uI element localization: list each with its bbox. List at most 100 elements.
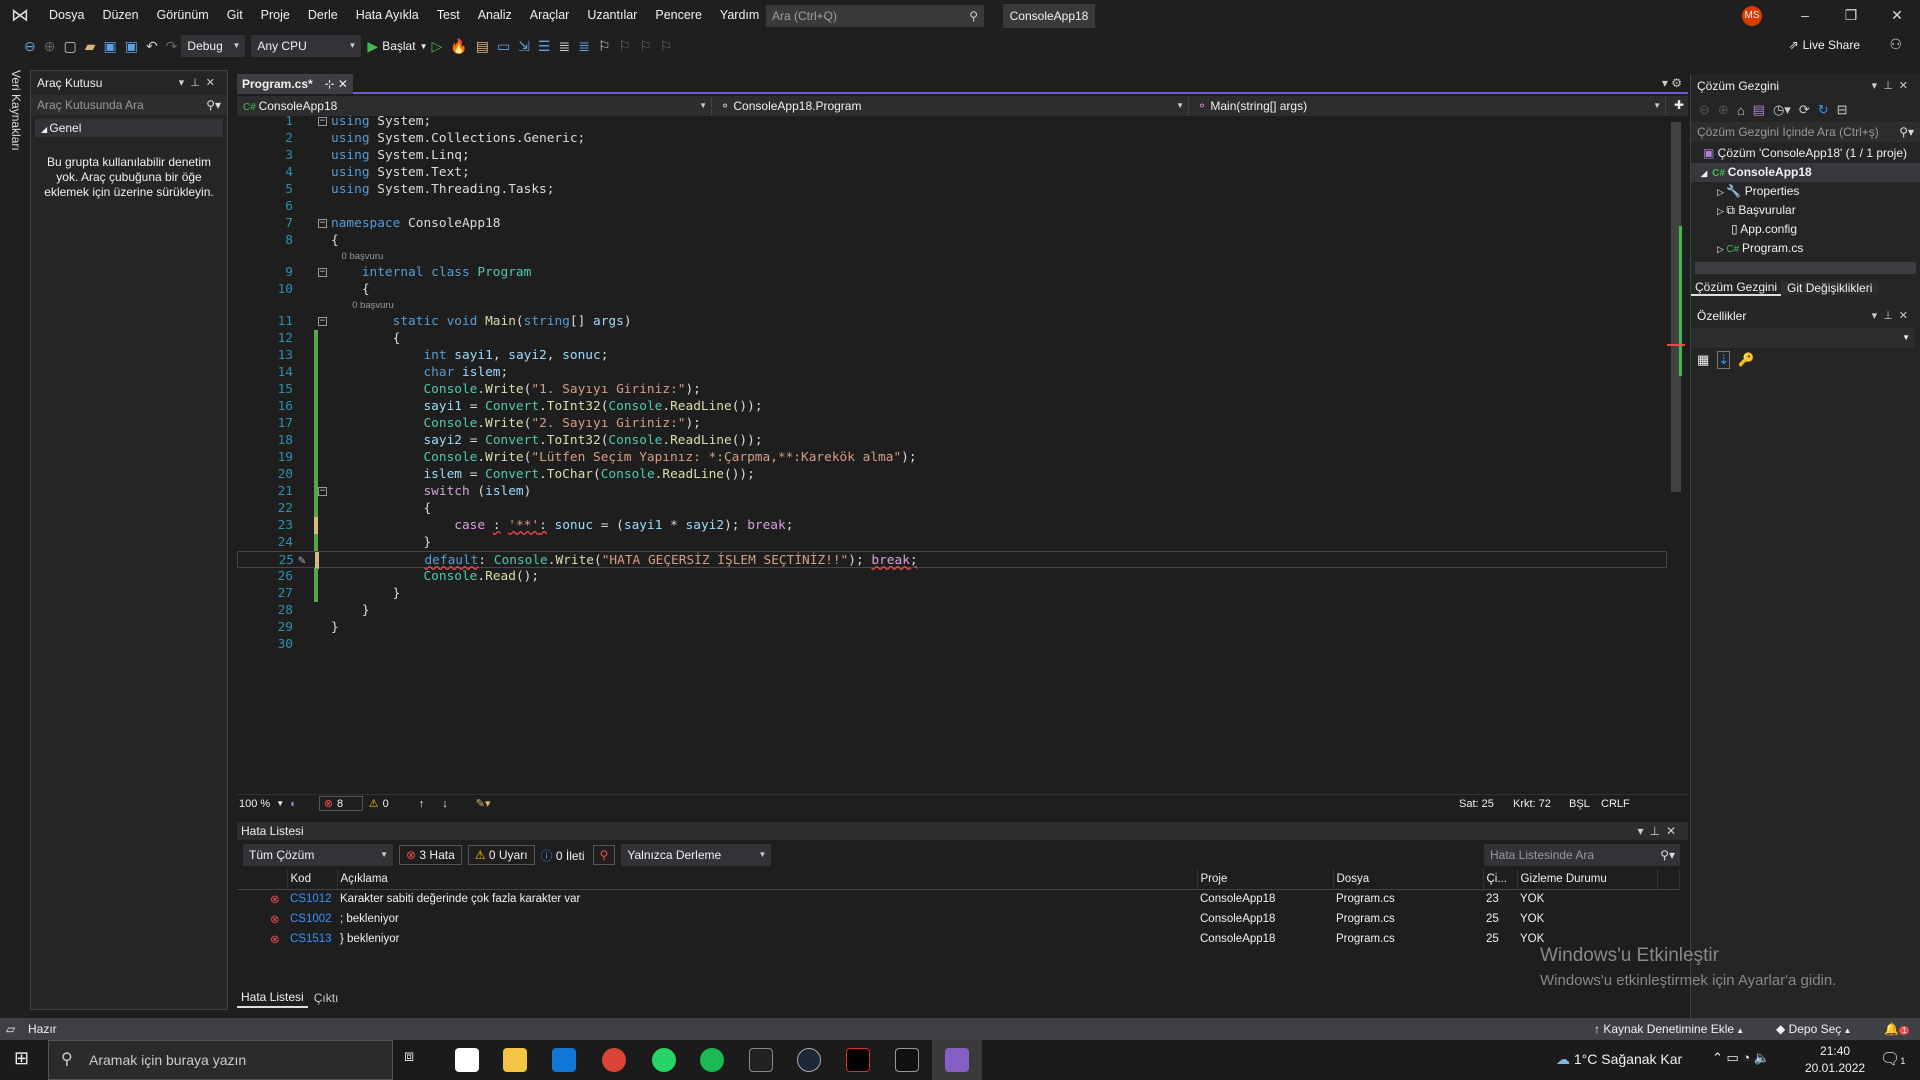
whatsapp-icon[interactable] bbox=[652, 1048, 676, 1072]
comment-icon[interactable]: ≣ bbox=[558, 38, 570, 55]
search-input[interactable]: Ara (Ctrl+Q) ⚲ bbox=[766, 5, 984, 27]
col-code[interactable]: Kod bbox=[287, 869, 338, 890]
table-row[interactable]: ⊗ CS1012 Karakter sabiti değerinde çok faz… bbox=[237, 889, 1680, 909]
select-repository[interactable]: ◆ Depo Seç ▲ bbox=[1776, 1018, 1851, 1042]
windows-start-icon[interactable]: ⊞ bbox=[14, 1048, 29, 1069]
zoom-level[interactable]: 100 % bbox=[239, 798, 270, 810]
steam-icon[interactable] bbox=[797, 1048, 821, 1072]
restore-button[interactable]: ❐ bbox=[1828, 0, 1874, 30]
tree-app-config[interactable]: ▯ App.config bbox=[1691, 220, 1920, 239]
hot-reload-icon[interactable]: 🔥 bbox=[450, 38, 467, 55]
error-code[interactable]: CS1002 bbox=[287, 909, 337, 929]
store-icon[interactable] bbox=[455, 1048, 479, 1072]
clock[interactable]: 21:40 20.01.2022 bbox=[1805, 1043, 1865, 1077]
categorized-icon[interactable]: ▦ bbox=[1697, 352, 1709, 368]
bookmark-icon[interactable]: ⚐ bbox=[598, 38, 611, 55]
menu-item-10[interactable]: Uzantılar bbox=[578, 0, 646, 30]
tab-solution-explorer[interactable]: Çözüm Gezgini bbox=[1691, 280, 1782, 296]
line-ending[interactable]: CRLF bbox=[1601, 798, 1630, 810]
menu-item-6[interactable]: Hata Ayıkla bbox=[347, 0, 428, 30]
step-icon[interactable]: ⇲ bbox=[518, 38, 530, 55]
col-description[interactable]: Açıklama bbox=[337, 869, 1198, 890]
visual-studio-taskbar-button[interactable] bbox=[932, 1040, 982, 1080]
new-project-icon[interactable]: ▢ bbox=[63, 38, 76, 55]
file-explorer-icon[interactable] bbox=[503, 1048, 527, 1072]
horizontal-scrollbar[interactable] bbox=[1695, 262, 1916, 274]
panel-controls[interactable]: ▾⊥✕ bbox=[179, 71, 221, 95]
col-file[interactable]: Dosya bbox=[1333, 869, 1484, 890]
sync-icon[interactable]: ⟳ bbox=[1799, 102, 1810, 118]
live-share-button[interactable]: ⇗ Live Share bbox=[1789, 38, 1860, 52]
uncomment-icon[interactable]: ≣ bbox=[578, 38, 590, 55]
back-icon[interactable]: ⊖ bbox=[1699, 102, 1710, 118]
menu-item-0[interactable]: Dosya bbox=[40, 0, 93, 30]
panel-controls[interactable]: ▾⊥✕ bbox=[1872, 304, 1914, 328]
tree-program-cs[interactable]: ▷ C# Program.cs bbox=[1691, 239, 1920, 258]
forward-icon[interactable]: ⊕ bbox=[44, 38, 56, 55]
menu-item-12[interactable]: Yardım bbox=[711, 0, 768, 30]
close-button[interactable]: ✕ bbox=[1874, 0, 1920, 30]
open-folder-icon[interactable]: ▤ bbox=[476, 38, 489, 55]
tab-output[interactable]: Çıktı bbox=[308, 989, 345, 1007]
property-pages-icon[interactable]: 🔑 bbox=[1738, 352, 1754, 368]
tab-options-icon[interactable]: ▾ ⚙ bbox=[1662, 76, 1682, 90]
insert-mode[interactable]: BŞL bbox=[1569, 798, 1590, 810]
alphabetical-icon[interactable]: ⇣ bbox=[1717, 351, 1731, 369]
platform-dropdown[interactable]: Any CPU ▼ bbox=[251, 35, 362, 57]
save-icon[interactable]: ▣ bbox=[103, 38, 116, 55]
notifications-button[interactable]: 🔔 1 bbox=[1884, 1018, 1910, 1042]
action-center-icon[interactable]: 🗨1 bbox=[1880, 1049, 1905, 1069]
table-row[interactable]: ⊗ CS1002; bekleniyor ConsoleApp18 Program.c… bbox=[237, 909, 1680, 929]
menu-item-11[interactable]: Pencere bbox=[646, 0, 711, 30]
col-suppression[interactable]: Gizleme Durumu bbox=[1517, 869, 1658, 890]
menu-item-9[interactable]: Araçlar bbox=[521, 0, 579, 30]
spotify-icon[interactable] bbox=[700, 1048, 724, 1072]
errors-filter[interactable]: ⊗ 3 Hata bbox=[399, 845, 462, 865]
scope-dropdown[interactable]: Tüm Çözüm ▼ bbox=[243, 844, 393, 866]
tab-program-cs[interactable]: Program.cs* ⊹ ✕ bbox=[237, 74, 353, 94]
configuration-dropdown[interactable]: Debug ▼ bbox=[181, 35, 246, 57]
tree-properties[interactable]: ▷ 🔧 Properties bbox=[1691, 182, 1920, 201]
menu-item-5[interactable]: Derle bbox=[299, 0, 347, 30]
format-icon[interactable]: ☰ bbox=[538, 38, 551, 55]
vertical-scrollbar[interactable] bbox=[1667, 116, 1685, 796]
codelens-text[interactable]: 0 başvuru bbox=[331, 249, 384, 264]
save-all-icon[interactable]: ▣ bbox=[125, 38, 138, 55]
refresh-icon[interactable]: ↻ bbox=[1818, 102, 1829, 118]
back-icon[interactable]: ⊖ bbox=[24, 38, 36, 55]
next-issue-icon[interactable]: ↓ bbox=[442, 798, 448, 810]
error-code[interactable]: CS1012 bbox=[287, 889, 337, 909]
feedback-icon[interactable]: ⚇ bbox=[1889, 36, 1902, 53]
collapse-icon[interactable]: − bbox=[318, 487, 327, 496]
task-view-icon[interactable]: ⧈ bbox=[404, 1048, 428, 1072]
vs-logo-icon[interactable]: ⋈ bbox=[0, 5, 40, 26]
quick-actions-icon[interactable]: ✎ bbox=[298, 552, 306, 569]
warnings-filter[interactable]: ⚠ 0 Uyarı bbox=[467, 845, 535, 865]
properties-object-dropdown[interactable]: ▼ bbox=[1691, 328, 1914, 348]
pending-changes-icon[interactable]: ◷▾ bbox=[1773, 102, 1791, 118]
col-icon[interactable] bbox=[237, 869, 288, 890]
clear-bookmarks-icon[interactable]: ⚐ bbox=[660, 38, 673, 55]
intellicode-icon[interactable]: ◐ bbox=[290, 798, 297, 810]
prev-issue-icon[interactable]: ↑ bbox=[419, 798, 425, 810]
filter-icon[interactable]: ⚲ bbox=[592, 845, 616, 865]
undo-icon[interactable]: ↶ bbox=[146, 38, 158, 55]
mail-icon[interactable] bbox=[552, 1048, 576, 1072]
ryzen-master-icon[interactable] bbox=[846, 1048, 870, 1072]
code-cleanup-icon[interactable]: ✎▾ bbox=[476, 797, 491, 810]
menu-item-1[interactable]: Düzen bbox=[93, 0, 147, 30]
minimize-button[interactable]: – bbox=[1782, 0, 1828, 30]
messages-filter[interactable]: ⓘ 0 İleti bbox=[541, 847, 585, 864]
toolbox-group-genel[interactable]: ◢ Genel bbox=[35, 119, 223, 137]
tab-git-changes[interactable]: Git Değişiklikleri bbox=[1781, 281, 1879, 295]
collapse-icon[interactable]: − bbox=[318, 268, 327, 277]
toolbox-search[interactable]: Araç Kutusunda Ara ⚲▾ bbox=[31, 95, 227, 115]
table-row[interactable]: ⊗ CS1513} bekleniyor ConsoleApp18 Program.c… bbox=[237, 929, 1680, 949]
collapse-all-icon[interactable]: ⊟ bbox=[1837, 102, 1848, 118]
collapse-icon[interactable]: − bbox=[318, 317, 327, 326]
menu-item-2[interactable]: Görünüm bbox=[148, 0, 218, 30]
collapse-icon[interactable]: − bbox=[318, 219, 327, 228]
open-icon[interactable]: ▰ bbox=[85, 38, 96, 55]
tab-error-list[interactable]: Hata Listesi bbox=[237, 988, 308, 1008]
close-tab-icon[interactable]: ⊹ ✕ bbox=[325, 74, 348, 94]
